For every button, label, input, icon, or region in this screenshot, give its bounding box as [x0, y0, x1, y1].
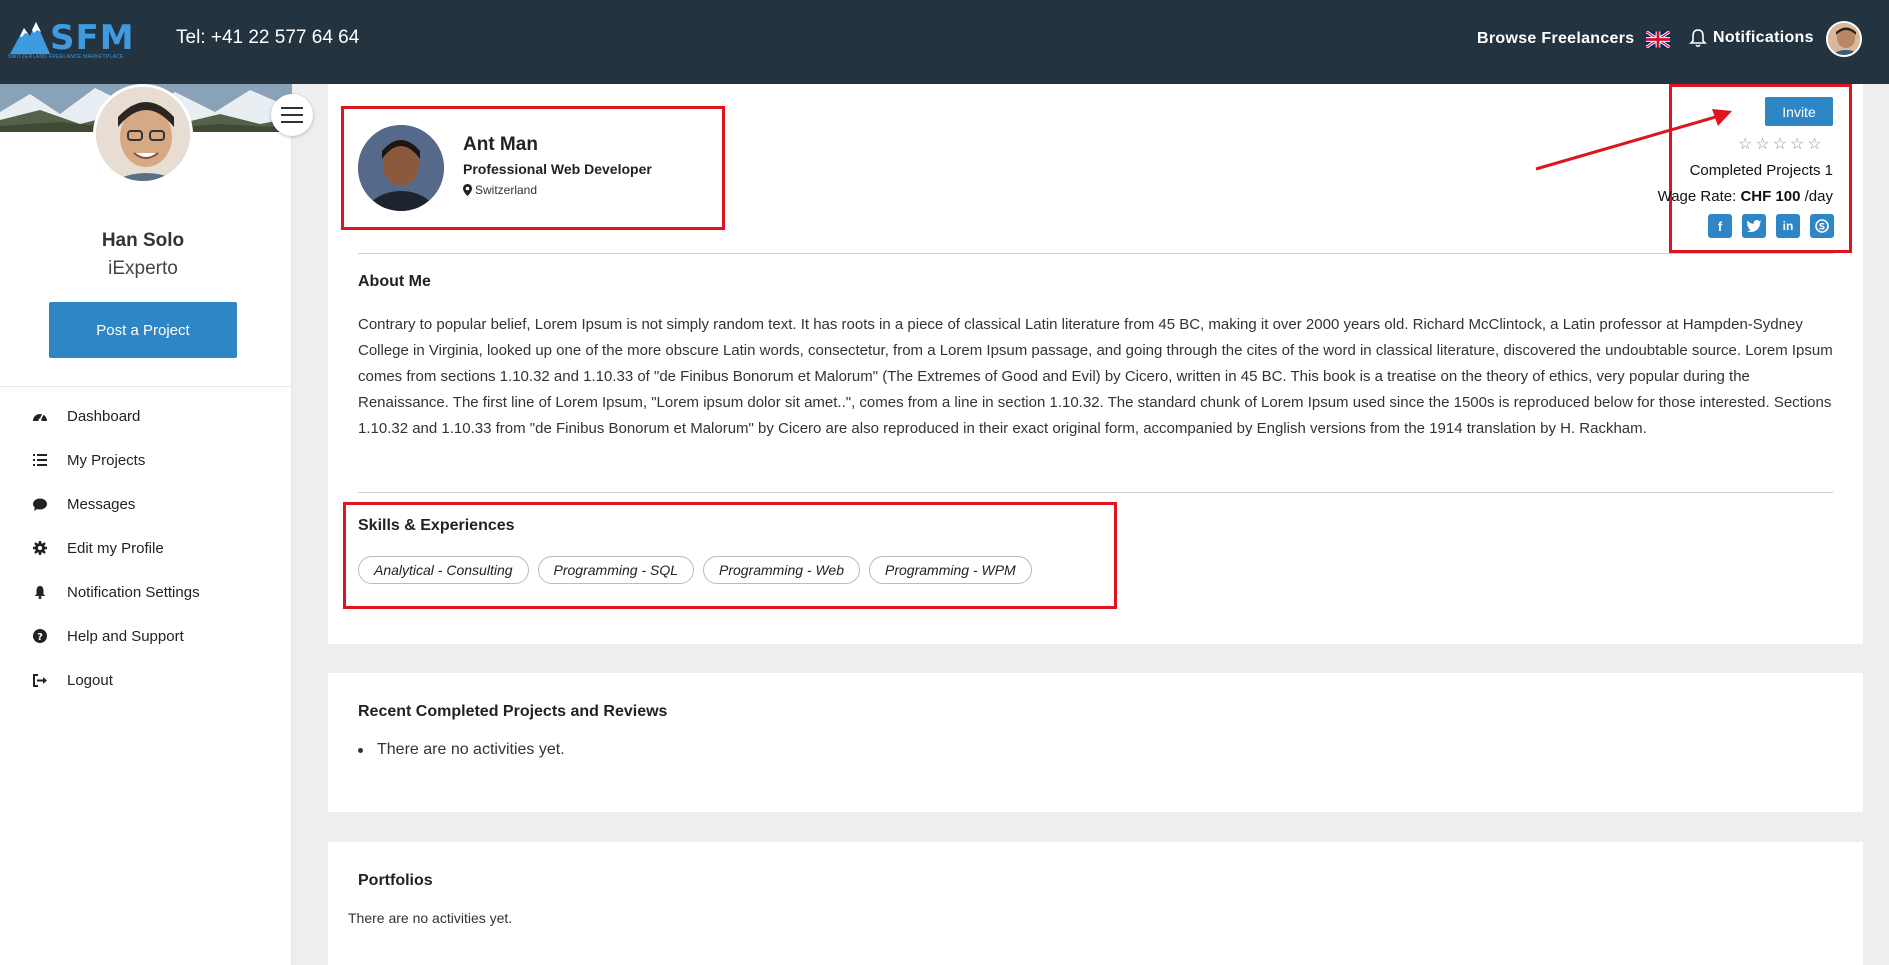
about-text: Contrary to popular belief, Lorem Ipsum … [358, 316, 1833, 437]
uk-flag-icon[interactable] [1646, 31, 1670, 48]
skill-tag[interactable]: Programming - Web [703, 556, 861, 584]
logo-subtitle: SWITZERLAND FREELANCE MARKETPLACE [8, 54, 124, 60]
rating-stars: ☆ ☆ ☆ ☆ ☆ [1738, 134, 1822, 154]
sidebar-item-label: Messages [67, 495, 136, 513]
freelancer-avatar [358, 125, 444, 211]
recent-empty-text: There are no activities yet. [377, 741, 565, 758]
about-title: About Me [358, 273, 431, 290]
freelancer-title: Professional Web Developer [463, 161, 652, 177]
avatar-image [96, 87, 190, 181]
divider [358, 253, 1833, 254]
avatar-image [358, 125, 444, 211]
comment-icon [32, 496, 48, 512]
browse-freelancers-link[interactable]: Browse Freelancers [1477, 30, 1634, 48]
sidebar-item-my-projects[interactable]: My Projects [0, 438, 292, 482]
sidebar-item-label: Dashboard [67, 407, 141, 425]
skype-icon[interactable]: S [1810, 214, 1834, 238]
portfolios-empty-text: There are no activities yet. [348, 910, 513, 926]
social-links: f in S [1708, 214, 1834, 238]
completed-projects: Completed Projects 1 [1689, 162, 1833, 179]
map-marker-icon [463, 184, 472, 196]
recent-title: Recent Completed Projects and Reviews [358, 703, 668, 720]
wage-value: CHF 100 [1740, 188, 1801, 205]
sidebar-item-label: Edit my Profile [67, 539, 164, 557]
user-role: iExperto [108, 258, 178, 279]
skill-tag[interactable]: Programming - WPM [869, 556, 1032, 584]
logo-text: SFM [50, 18, 135, 58]
sidebar-item-notification-settings[interactable]: Notification Settings [0, 570, 292, 614]
sidebar-item-label: Logout [67, 671, 113, 689]
skills-tags: Analytical - Consulting Programming - SQ… [358, 556, 1032, 584]
gear-icon [32, 540, 48, 556]
sidebar-item-logout[interactable]: Logout [0, 658, 292, 702]
bullet-icon [358, 747, 363, 753]
sign-out-icon [32, 672, 48, 688]
star-icon: ☆ [1807, 136, 1822, 153]
sfm-logo[interactable]: SFM SWITZERLAND FREELANCE MARKETPLACE [8, 16, 135, 62]
recent-list: There are no activities yet. [358, 741, 565, 759]
sidebar-item-help-support[interactable]: ? Help and Support [0, 614, 292, 658]
bell-icon [32, 584, 48, 600]
question-icon: ? [32, 628, 48, 644]
skills-title: Skills & Experiences [358, 517, 515, 534]
top-navbar: SFM SWITZERLAND FREELANCE MARKETPLACE Te… [0, 0, 1889, 84]
user-avatar[interactable] [1826, 21, 1862, 57]
portfolios-title: Portfolios [358, 872, 433, 889]
wage-unit: /day [1800, 188, 1833, 205]
mountain-logo-icon [10, 22, 50, 54]
sidebar-item-dashboard[interactable]: Dashboard [0, 394, 292, 438]
skill-tag[interactable]: Programming - SQL [537, 556, 694, 584]
sidebar-divider [0, 386, 292, 387]
svg-text:S: S [1819, 223, 1825, 233]
freelancer-name: Ant Man [463, 134, 538, 155]
divider [358, 492, 1833, 493]
sidebar-item-label: My Projects [67, 451, 146, 469]
twitter-icon[interactable] [1742, 214, 1766, 238]
notifications-link[interactable]: Notifications [1713, 29, 1814, 47]
invite-button[interactable]: Invite [1765, 97, 1833, 126]
sidebar-item-label: Help and Support [67, 627, 184, 645]
profile-avatar [93, 84, 193, 184]
bell-icon[interactable] [1689, 28, 1707, 48]
sidebar: Han Solo iExperto Post a Project Dashboa… [0, 84, 292, 965]
facebook-icon[interactable]: f [1708, 214, 1732, 238]
post-project-button[interactable]: Post a Project [49, 302, 237, 358]
sidebar-item-label: Notification Settings [67, 583, 200, 601]
skill-tag[interactable]: Analytical - Consulting [358, 556, 529, 584]
user-name: Han Solo [101, 230, 185, 251]
star-icon: ☆ [1738, 136, 1753, 153]
hamburger-icon [281, 107, 303, 109]
linkedin-icon[interactable]: in [1776, 214, 1800, 238]
portfolios-card [328, 842, 1863, 965]
phone-number: Tel: +41 22 577 64 64 [176, 27, 360, 48]
dashboard-icon [32, 408, 48, 424]
freelancer-location: Switzerland [463, 183, 537, 197]
sidebar-nav: Dashboard My Projects Messages Edit my P… [0, 394, 292, 702]
avatar-image [1828, 23, 1860, 55]
star-icon: ☆ [1772, 136, 1788, 153]
wage-label: Wage Rate: [1657, 188, 1741, 205]
sidebar-item-messages[interactable]: Messages [0, 482, 292, 526]
list-icon [32, 452, 48, 468]
wage-rate: Wage Rate: CHF 100 /day [1658, 188, 1833, 205]
svg-text:?: ? [37, 632, 43, 643]
star-icon: ☆ [1755, 136, 1770, 153]
menu-toggle-button[interactable] [271, 94, 313, 136]
sidebar-item-edit-profile[interactable]: Edit my Profile [0, 526, 292, 570]
star-icon: ☆ [1790, 136, 1805, 153]
location-text: Switzerland [475, 183, 538, 197]
